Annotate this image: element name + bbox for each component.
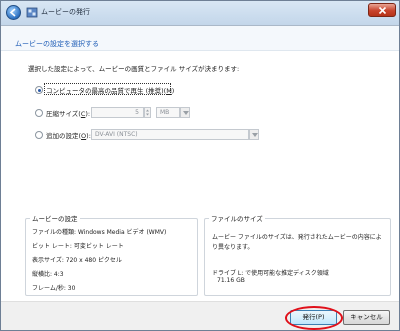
aspect-ratio-line: 縦横比: 4:3	[32, 271, 64, 278]
compress-size-value: 5	[135, 109, 139, 116]
option-best-quality-label[interactable]: コンピュータの最高の品質で再生 (推奨)(M)	[46, 85, 174, 95]
unit-value: MB	[160, 109, 170, 116]
drive-space-value: 71.16 GB	[217, 277, 245, 284]
chevron-down-icon	[183, 111, 189, 115]
compress-size-input[interactable]: 5	[91, 107, 144, 118]
back-arrow-icon	[9, 8, 16, 17]
close-x-icon	[378, 6, 387, 15]
spin-arrows-icon	[146, 109, 149, 116]
highlight-circle	[285, 306, 343, 330]
title-bar: ムービーの発行	[1, 1, 399, 26]
bit-rate-line: ビット レート: 可変ビット レート	[32, 243, 124, 250]
description-text: 選択した設定によって、ムービーの画質とファイル サイズが決まります:	[28, 65, 240, 73]
unit-select[interactable]: MB	[156, 107, 180, 118]
back-button[interactable]	[6, 5, 21, 20]
chevron-down-icon	[252, 133, 258, 137]
movie-settings-title: ムービーの設定	[30, 213, 80, 223]
additional-settings-select[interactable]: DV-AVI (NTSC)	[91, 129, 249, 140]
main-instruction: ムービーの設定を選択する	[15, 40, 99, 48]
unit-dropdown-button[interactable]	[180, 107, 190, 118]
window-title: ムービーの発行	[41, 8, 90, 16]
option-compress-size-label[interactable]: 圧縮サイズ(C):	[46, 108, 90, 118]
option-additional-settings-label[interactable]: 追加の設定(O):	[46, 130, 91, 140]
file-size-title: ファイルのサイズ	[209, 213, 265, 223]
file-type-line: ファイルの種類: Windows Media ビデオ (WMV)	[32, 229, 167, 236]
publish-movie-window: ムービーの発行 ムービーの設定を選択する 選択した設定によって、ムービーの画質と…	[0, 0, 400, 331]
radio-best-quality[interactable]	[35, 86, 43, 94]
file-size-text-line-2: り異なります。	[212, 244, 254, 251]
display-size-line: 表示サイズ: 720 x 480 ピクセル	[32, 257, 122, 264]
radio-additional-settings[interactable]	[35, 131, 43, 139]
cancel-button[interactable]: キャンセル	[343, 310, 390, 325]
additional-settings-dropdown-button[interactable]	[249, 129, 259, 140]
compress-size-spinner[interactable]	[144, 107, 151, 118]
drive-space-label: ドライブ L: で使用可能な推定ディスク領域	[212, 270, 329, 277]
radio-compress-size[interactable]	[35, 109, 43, 117]
frame-rate-line: フレーム/秒: 30	[32, 285, 76, 292]
additional-settings-value: DV-AVI (NTSC)	[95, 131, 138, 138]
movie-maker-icon	[26, 7, 38, 18]
file-size-text-line-1: ムービー ファイルのサイズは、発行されたムービーの内容によ	[212, 234, 382, 241]
close-button[interactable]	[368, 3, 396, 17]
file-size-group	[204, 218, 391, 296]
